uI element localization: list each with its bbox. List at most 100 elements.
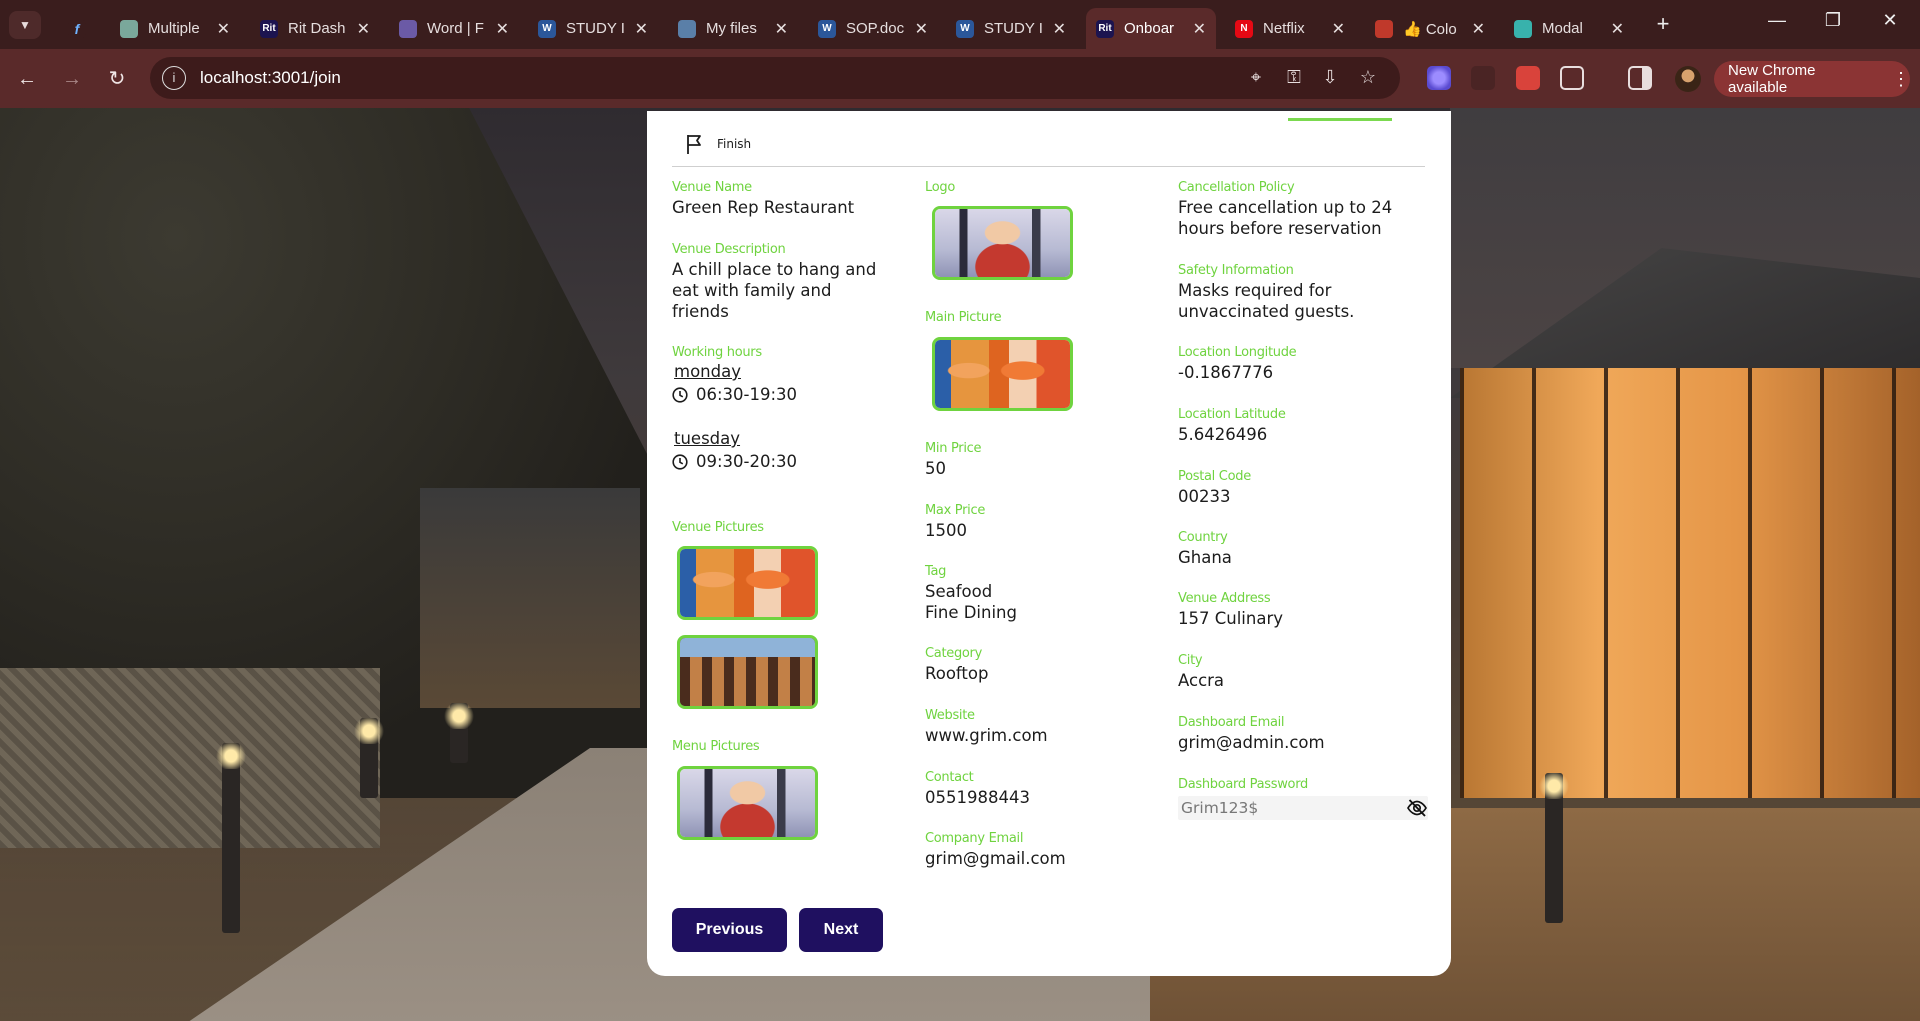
venue-description-label: Venue Description xyxy=(672,242,786,257)
extension-icon[interactable] xyxy=(1516,66,1540,90)
tag-value: Fine Dining xyxy=(925,603,1017,622)
tab-close-icon[interactable]: ✕ xyxy=(496,19,509,39)
tab-title: 👍 Colo xyxy=(1403,20,1457,38)
browser-tab[interactable]: N Netflix ✕ xyxy=(1225,8,1355,49)
tab-close-icon[interactable]: ✕ xyxy=(1193,19,1206,39)
contact-value: 0551988443 xyxy=(925,788,1030,807)
key-icon[interactable]: ⚿ xyxy=(1282,67,1306,88)
location-latitude-label: Location Latitude xyxy=(1178,407,1286,422)
bookmark-star-icon[interactable]: ☆ xyxy=(1356,67,1380,88)
venue-address-value: 157 Culinary xyxy=(1178,609,1284,628)
browser-tab[interactable]: f xyxy=(58,8,98,49)
tab-title: Word | F xyxy=(427,20,484,37)
min-price-value: 50 xyxy=(925,459,946,478)
browser-tab[interactable]: My files ✕ xyxy=(668,8,798,49)
category-value: Rooftop xyxy=(925,664,989,683)
browser-tab[interactable]: W SOP.doc ✕ xyxy=(808,8,938,49)
venue-picture-thumbnail[interactable] xyxy=(677,546,818,620)
address-bar[interactable]: i localhost:3001/join ⌖ ⚿ ⇩ ☆ xyxy=(150,57,1400,99)
venue-address-label: Venue Address xyxy=(1178,591,1271,606)
browser-tab[interactable]: Rit Rit Dash ✕ xyxy=(250,8,380,49)
browser-tab[interactable]: Modal ✕ xyxy=(1504,8,1634,49)
close-window-icon[interactable]: ✕ xyxy=(1875,10,1905,31)
tab-favicon-icon: Rit xyxy=(1096,19,1114,38)
working-hours-value: 09:30-20:30 xyxy=(696,452,798,471)
new-tab-button[interactable]: + xyxy=(1650,12,1676,38)
location-pin-icon[interactable]: ⌖ xyxy=(1244,67,1268,88)
forward-icon[interactable]: → xyxy=(57,64,87,94)
restore-icon[interactable]: ❐ xyxy=(1818,10,1848,31)
venue-name-value: Green Rep Restaurant xyxy=(672,198,855,217)
safety-information-label: Safety Information xyxy=(1178,263,1294,278)
chrome-update-button[interactable]: New Chrome available ⋮ xyxy=(1714,61,1910,97)
tab-strip: ▼ f Multiple ✕ Rit Rit Dash ✕ Word | F ✕ W STUDY … xyxy=(0,0,1920,49)
profile-avatar[interactable] xyxy=(1675,66,1701,92)
browser-tab[interactable]: W STUDY I ✕ xyxy=(946,8,1076,49)
clock-icon xyxy=(672,386,688,403)
tab-favicon-icon xyxy=(1375,19,1393,38)
tab-title: Onboar xyxy=(1124,20,1175,37)
chevron-down-icon: ▼ xyxy=(19,18,31,32)
tab-title: My files xyxy=(706,20,757,37)
extension-icon[interactable] xyxy=(1471,66,1495,90)
country-value: Ghana xyxy=(1178,548,1232,567)
main-picture-thumbnail[interactable] xyxy=(932,337,1073,411)
working-time: 09:30-20:30 xyxy=(672,452,797,471)
flag-icon xyxy=(687,135,701,154)
browser-tab[interactable]: 👍 Colo ✕ xyxy=(1365,8,1495,49)
tab-title: STUDY I xyxy=(566,20,625,37)
tab-close-icon[interactable]: ✕ xyxy=(357,19,370,39)
tab-close-icon[interactable]: ✕ xyxy=(217,19,230,39)
menu-picture-thumbnail[interactable] xyxy=(677,766,818,840)
tab-favicon-icon xyxy=(120,19,138,38)
tab-close-icon[interactable]: ✕ xyxy=(915,19,928,39)
tab-close-icon[interactable]: ✕ xyxy=(1053,19,1066,39)
clock-icon xyxy=(672,453,688,470)
url-text[interactable]: localhost:3001/join xyxy=(200,68,341,88)
location-longitude-label: Location Longitude xyxy=(1178,345,1297,360)
tab-title: SOP.doc xyxy=(846,20,905,37)
logo-thumbnail[interactable] xyxy=(932,206,1073,280)
venue-picture-thumbnail[interactable] xyxy=(677,635,818,709)
tab-close-icon[interactable]: ✕ xyxy=(775,19,788,39)
previous-button[interactable]: Previous xyxy=(672,908,787,952)
step-finish[interactable]: Finish xyxy=(685,133,751,155)
cancellation-policy-value: Free cancellation up to 24 hours before … xyxy=(1178,198,1393,238)
browser-tab[interactable]: Word | F ✕ xyxy=(389,8,519,49)
working-day: tuesday xyxy=(674,429,741,448)
working-hours-value: 06:30-19:30 xyxy=(696,385,798,404)
dashboard-password-value[interactable]: Grim123$ xyxy=(1181,799,1406,817)
reload-icon[interactable]: ↻ xyxy=(102,64,132,94)
back-icon[interactable]: ← xyxy=(12,64,42,94)
site-info-icon[interactable]: i xyxy=(162,66,186,90)
tab-title: Netflix xyxy=(1263,20,1305,37)
extension-icon[interactable] xyxy=(1427,66,1451,90)
company-email-label: Company Email xyxy=(925,831,1024,846)
min-price-label: Min Price xyxy=(925,441,982,456)
location-latitude-value: 5.6426496 xyxy=(1178,425,1268,444)
browser-tab[interactable]: Multiple ✕ xyxy=(110,8,240,49)
tab-close-icon[interactable]: ✕ xyxy=(1611,19,1624,39)
dashboard-password-field[interactable]: Grim123$ xyxy=(1178,796,1428,820)
tab-close-icon[interactable]: ✕ xyxy=(1472,19,1485,39)
tag-label: Tag xyxy=(925,564,947,579)
tab-favicon-icon xyxy=(678,19,696,38)
tab-title: Modal xyxy=(1542,20,1583,37)
extensions-puzzle-icon[interactable] xyxy=(1560,66,1584,90)
side-panel-icon[interactable] xyxy=(1628,66,1652,90)
next-button[interactable]: Next xyxy=(799,908,883,952)
tab-search-button[interactable]: ▼ xyxy=(9,11,41,39)
tab-active[interactable]: Rit Onboar ✕ xyxy=(1086,8,1216,49)
eye-off-icon[interactable] xyxy=(1406,797,1428,819)
browser-tab[interactable]: W STUDY I ✕ xyxy=(528,8,658,49)
dashboard-email-label: Dashboard Email xyxy=(1178,715,1285,730)
tab-close-icon[interactable]: ✕ xyxy=(1332,19,1345,39)
onboarding-review-card: Finish Venue Name Green Rep Restaurant V… xyxy=(647,111,1451,976)
location-longitude-value: -0.1867776 xyxy=(1178,363,1274,382)
postal-code-label: Postal Code xyxy=(1178,469,1251,484)
minimize-icon[interactable]: — xyxy=(1762,10,1792,31)
tab-close-icon[interactable]: ✕ xyxy=(635,19,648,39)
logo-label: Logo xyxy=(925,180,955,195)
install-app-icon[interactable]: ⇩ xyxy=(1318,67,1342,88)
working-time: 06:30-19:30 xyxy=(672,385,797,404)
